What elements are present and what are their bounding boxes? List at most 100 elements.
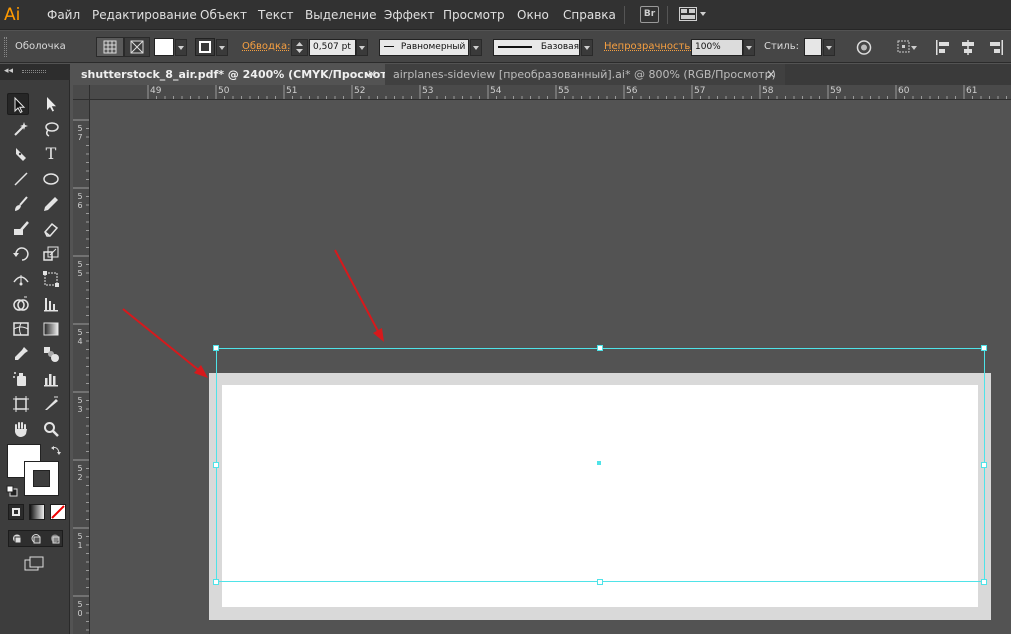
brush-definition-select[interactable]: Базовая	[493, 39, 580, 56]
edit-contents-button[interactable]	[124, 37, 150, 57]
menu-file[interactable]: Файл	[47, 0, 80, 30]
column-graph-tool[interactable]	[40, 368, 62, 390]
graph-tool[interactable]	[40, 293, 62, 315]
menu-object[interactable]: Объект	[200, 0, 247, 30]
menu-window[interactable]: Окно	[517, 0, 549, 30]
ruler-tick-label: 51	[286, 86, 298, 96]
width-tool[interactable]	[10, 268, 32, 290]
variable-width-profile-select[interactable]: Равномерный	[379, 39, 469, 56]
opacity-label[interactable]: Непрозрачность:	[604, 31, 694, 63]
rotate-tool[interactable]	[10, 243, 32, 265]
canvas[interactable]	[90, 100, 1011, 634]
document-tab-bar: shutterstock_8_air.pdf* @ 2400% (CMYK/Пр…	[73, 64, 1011, 85]
annotation-arrow	[122, 308, 202, 373]
blob-brush-icon	[14, 221, 29, 235]
shape-builder-tool[interactable]	[10, 293, 32, 315]
align-center-button[interactable]	[959, 39, 977, 56]
menu-edit[interactable]: Редактирование	[92, 0, 197, 30]
hand-tool[interactable]	[10, 418, 32, 440]
slice-tool[interactable]	[40, 393, 62, 415]
none-mode-button[interactable]	[50, 504, 66, 520]
gradient-tool[interactable]	[40, 318, 62, 340]
control-panel-grip[interactable]	[4, 37, 7, 57]
align-left-icon	[936, 40, 949, 55]
scale-tool[interactable]	[40, 243, 62, 265]
blend-icon	[44, 347, 59, 362]
stroke-weight-dropdown[interactable]	[356, 39, 368, 56]
draw-modes-icon[interactable]	[9, 531, 64, 546]
tab-label: shutterstock_8_air.pdf* @ 2400% (CMYK/Пр…	[81, 68, 400, 81]
stroke-weight-input[interactable]: 0,507 pt	[309, 39, 356, 56]
opacity-dropdown[interactable]	[743, 39, 755, 56]
tab-close-icon[interactable]: ×	[766, 64, 776, 85]
tab-close-icon[interactable]: ×	[367, 64, 377, 85]
pencil-tool[interactable]	[40, 193, 62, 215]
none-slash-icon	[51, 505, 65, 519]
menu-help[interactable]: Справка	[563, 0, 616, 30]
zoom-tool[interactable]	[40, 418, 62, 440]
selection-tool[interactable]	[7, 93, 29, 115]
horizontal-ruler[interactable]: 49 50 51 52 53 54 55 56 57 58 59 60 61	[90, 85, 1011, 100]
graphic-style-swatch[interactable]	[804, 38, 822, 56]
recolor-artwork-button[interactable]	[855, 39, 873, 56]
default-fill-stroke-icon[interactable]	[6, 485, 18, 497]
ruler-tick-label: 56	[626, 86, 638, 96]
stroke-weight-stepper[interactable]	[291, 39, 308, 56]
ruler-tick-label: 60	[898, 86, 910, 96]
bridge-button[interactable]: Br	[640, 6, 659, 23]
scale-icon	[43, 246, 59, 261]
free-transform-tool[interactable]	[40, 268, 62, 290]
eraser-tool[interactable]	[40, 218, 62, 240]
menu-view[interactable]: Просмотр	[443, 0, 505, 30]
pen-tool[interactable]	[10, 143, 32, 165]
lasso-tool[interactable]	[40, 118, 62, 140]
artboard-tool[interactable]	[10, 393, 32, 415]
screen-mode-button[interactable]	[24, 556, 46, 572]
vertical-ruler[interactable]: 57 56 55 54 53 52 51 50	[73, 100, 90, 634]
tab-shutterstock-document[interactable]: shutterstock_8_air.pdf* @ 2400% (CMYK/Пр…	[73, 64, 400, 85]
brush-dropdown[interactable]	[581, 39, 593, 56]
align-right-button[interactable]	[987, 39, 1005, 56]
transform-options-button[interactable]	[896, 39, 918, 56]
type-tool[interactable]: T	[40, 143, 62, 165]
menu-type[interactable]: Текст	[258, 0, 294, 30]
gradient-mode-button[interactable]	[29, 504, 45, 520]
fill-color-swatch[interactable]	[154, 38, 174, 56]
menu-select[interactable]: Выделение	[305, 0, 376, 30]
panel-grip-icon[interactable]	[22, 70, 46, 73]
symbol-sprayer-tool[interactable]	[10, 368, 32, 390]
magic-wand-icon	[14, 122, 28, 136]
opacity-input[interactable]: 100%	[691, 39, 743, 56]
menu-effect[interactable]: Эффект	[384, 0, 435, 30]
mesh-tool[interactable]	[10, 318, 32, 340]
stroke-color-swatch[interactable]	[195, 38, 215, 56]
ruler-origin[interactable]	[73, 85, 90, 100]
ruler-tick-label: 61	[966, 86, 978, 96]
magic-wand-tool[interactable]	[10, 118, 32, 140]
arrange-documents-button[interactable]	[679, 7, 707, 22]
align-left-button[interactable]	[934, 39, 952, 56]
stroke-swatch[interactable]	[24, 461, 59, 496]
tools-panel-header[interactable]: ◂◂	[0, 64, 70, 80]
menu-separator	[667, 6, 668, 24]
direct-selection-tool[interactable]	[40, 93, 62, 115]
graphic-style-dropdown[interactable]	[823, 39, 835, 56]
ruler-tick-label: 54	[490, 86, 502, 96]
profile-dropdown[interactable]	[470, 39, 482, 56]
eyedropper-tool[interactable]	[10, 343, 32, 365]
ellipse-tool[interactable]	[40, 168, 62, 190]
collapse-panel-icon[interactable]: ◂◂	[4, 65, 13, 77]
fill-dropdown[interactable]	[175, 39, 187, 56]
ruler-tick-label: 55	[77, 260, 83, 278]
blend-tool[interactable]	[40, 343, 62, 365]
edit-envelope-button[interactable]	[96, 37, 124, 57]
blob-brush-tool[interactable]	[10, 218, 32, 240]
control-panel: Оболочка Обводка: 0,507 pt Равномерный Б…	[0, 31, 1011, 63]
color-mode-button[interactable]	[8, 504, 24, 520]
paintbrush-tool[interactable]	[10, 193, 32, 215]
line-segment-tool[interactable]	[10, 168, 32, 190]
tab-airplanes-document[interactable]: airplanes-sideview [преобразованный].ai*…	[385, 64, 785, 85]
swap-fill-stroke-icon[interactable]	[50, 444, 62, 456]
stroke-dropdown[interactable]	[216, 39, 228, 56]
stroke-label[interactable]: Обводка:	[242, 31, 291, 63]
